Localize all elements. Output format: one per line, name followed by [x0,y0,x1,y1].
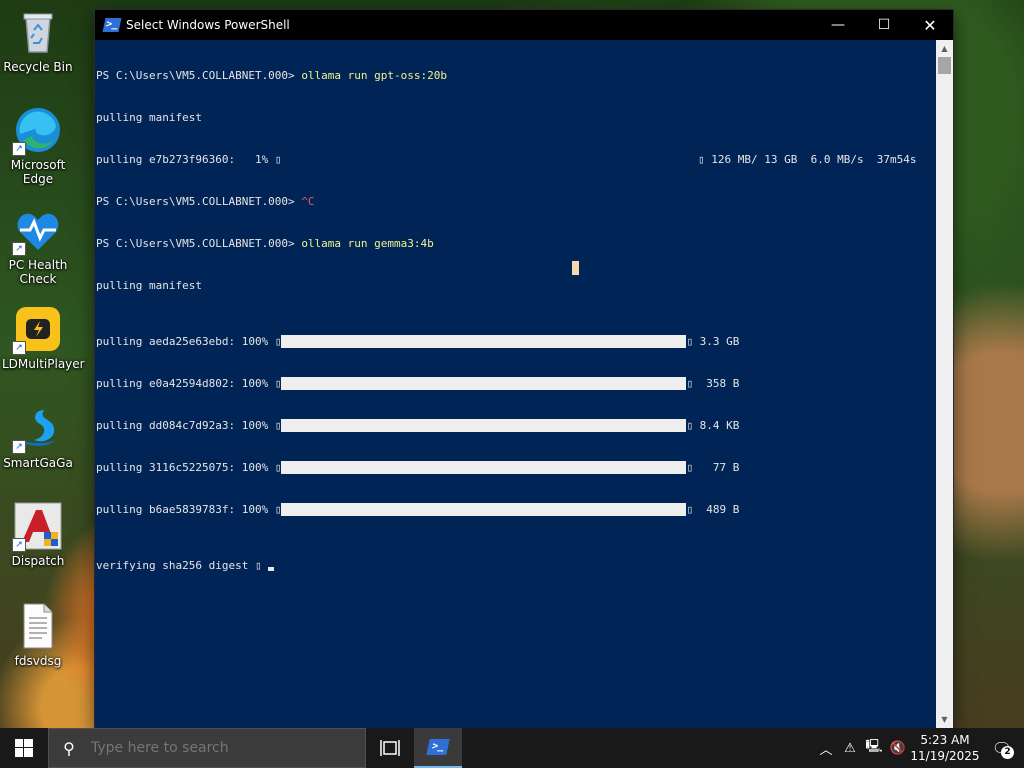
pull-progress-line: pulling dd084c7d92a3: 100% ▯ ▯ 8.4 KB [96,419,936,433]
desktop-icon-dispatch[interactable]: ↗ Dispatch [2,502,74,568]
shortcut-arrow-icon: ↗ [12,242,26,256]
clock[interactable]: 5:23 AM 11/19/2025 [910,732,980,764]
console-line: pulling manifest [96,111,202,124]
pull-size: ▯ 3.3 GB [686,335,740,348]
desktop-icon-label: LDMultiPlayer [2,357,85,371]
taskbar-powershell-button[interactable]: >_ [414,728,462,768]
security-alert-icon[interactable]: ⚠ [838,741,862,756]
pull-size: ▯ 489 B [686,503,740,516]
console-line: PS C:\Users\VM5.COLLABNET.000> ollama ru… [96,237,936,251]
task-view-icon [380,740,400,756]
powershell-window[interactable]: >_ Select Windows PowerShell — ☐ ✕ PS C:… [95,10,953,728]
network-icon[interactable]: 🖳 [862,737,886,759]
chevron-up-icon[interactable]: ︿ [814,739,838,758]
pull-progress-line: pulling b6ae5839783f: 100% ▯ ▯ 489 B [96,503,936,517]
desktop-icon-label: Microsoft Edge [10,158,66,186]
minimize-button[interactable]: — [815,10,861,40]
desktop-icon-smartgaga[interactable]: ↗ SmartGaGa [2,404,74,470]
progress-text: pulling e7b273f96360: 1% ▯ [96,153,282,166]
notification-center-button[interactable]: 🗨 2 [980,728,1024,768]
desktop-icon-label: Dispatch [11,554,65,568]
pull-size: ▯ 358 B [686,377,740,390]
text-file-icon [14,602,62,650]
powershell-icon: >_ [102,18,122,32]
pull-progress-line: pulling 3116c5225075: 100% ▯ ▯ 77 B [96,461,936,475]
dispatch-icon: ↗ [12,502,62,552]
window-title: Select Windows PowerShell [126,18,290,32]
desktop-icon-ldmultiplayer[interactable]: ↗ LDMultiPlayer [2,305,85,371]
pc-health-check-icon: ↗ [12,206,62,256]
command: ollama run gemma3:4b [301,237,434,250]
pull-progress-line: pulling aeda25e63ebd: 100% ▯ ▯ 3.3 GB [96,335,936,349]
scrollbar-thumb[interactable] [938,57,951,74]
console-output[interactable]: PS C:\Users\VM5.COLLABNET.000> ollama ru… [95,40,936,728]
scroll-down-arrow-icon[interactable]: ▼ [936,711,953,728]
task-view-button[interactable] [366,728,414,768]
system-tray: ︿ ⚠ 🖳 🔇 5:23 AM 11/19/2025 🗨 2 [814,728,1024,768]
start-button[interactable] [0,728,48,768]
search-icon: ⚲ [63,738,75,758]
shortcut-arrow-icon: ↗ [12,538,26,552]
desktop-icon-pc-health-check[interactable]: ↗ PC Health Check [2,206,74,286]
progress-bar [281,335,687,348]
progress-bar [281,419,687,432]
scroll-up-arrow-icon[interactable]: ▲ [936,40,953,57]
edge-icon: ↗ [12,106,62,156]
prompt: PS C:\Users\VM5.COLLABNET.000> [96,237,302,250]
mouse-text-caret [572,261,579,275]
recycle-bin-icon [14,8,62,56]
shortcut-arrow-icon: ↗ [12,341,26,355]
text-cursor [268,567,275,571]
pull-label: pulling aeda25e63ebd: 100% ▯ [96,335,282,348]
notification-badge: 2 [1001,746,1014,759]
pull-size: ▯ 77 B [686,461,740,474]
desktop-icon-fdsvdsg[interactable]: fdsvdsg [2,602,74,668]
progress-bar [281,461,687,474]
pull-label: pulling dd084c7d92a3: 100% ▯ [96,419,282,432]
pull-label: pulling e0a42594d802: 100% ▯ [96,377,282,390]
console-line: PS C:\Users\VM5.COLLABNET.000> ^C [96,195,936,209]
prompt: PS C:\Users\VM5.COLLABNET.000> [96,195,302,208]
volume-muted-icon[interactable]: 🔇 [886,741,910,756]
taskbar: ⚲ >_ ︿ ⚠ 🖳 🔇 5:23 AM 11/19/2025 🗨 2 [0,728,1024,768]
desktop-icon-recycle-bin[interactable]: Recycle Bin [2,8,74,74]
powershell-icon: >_ [426,739,450,755]
clock-time: 5:23 AM [920,733,970,747]
prompt: PS C:\Users\VM5.COLLABNET.000> [96,69,302,82]
vertical-scrollbar[interactable]: ▲ ▼ [936,40,953,728]
console-line: verifying sha256 digest ▯ [96,559,936,573]
interrupt-signal: ^C [301,195,315,208]
console-line: pulling e7b273f96360: 1% ▯ ▯ 126 MB/ 13 G… [96,153,936,167]
pull-label: pulling b6ae5839783f: 100% ▯ [96,503,282,516]
console-line: PS C:\Users\VM5.COLLABNET.000> ollama ru… [96,69,936,83]
pull-label: pulling 3116c5225075: 100% ▯ [96,461,282,474]
pull-size: ▯ 8.4 KB [686,419,740,432]
console-line: pulling manifest [96,279,202,292]
windows-logo-icon [15,739,33,757]
progress-bar [281,503,687,516]
close-button[interactable]: ✕ [907,10,953,40]
progress-stats: ▯ 126 MB/ 13 GB 6.0 MB/s 37m54s [698,153,917,166]
desktop-icon-label: PC Health Check [8,258,68,286]
shortcut-arrow-icon: ↗ [12,142,26,156]
search-input[interactable] [89,739,353,757]
command: ollama run gpt-oss:20b [301,69,448,82]
shortcut-arrow-icon: ↗ [12,440,26,454]
desktop-icon-label: Recycle Bin [3,60,73,74]
window-titlebar[interactable]: >_ Select Windows PowerShell — ☐ ✕ [95,10,953,40]
desktop-icon-label: fdsvdsg [14,654,62,668]
progress-bar [281,377,687,390]
taskbar-search[interactable]: ⚲ [48,728,366,768]
smartgaga-icon: ↗ [12,404,62,454]
verify-text: verifying sha256 digest ▯ [96,559,269,572]
maximize-button[interactable]: ☐ [861,10,907,40]
window-controls: — ☐ ✕ [815,10,953,40]
pull-progress-line: pulling e0a42594d802: 100% ▯ ▯ 358 B [96,377,936,391]
clock-date: 11/19/2025 [910,749,980,763]
ldmultiplayer-icon: ↗ [12,305,62,355]
desktop-icon-edge[interactable]: ↗ Microsoft Edge [2,106,74,186]
desktop-icon-label: SmartGaGa [3,456,73,470]
